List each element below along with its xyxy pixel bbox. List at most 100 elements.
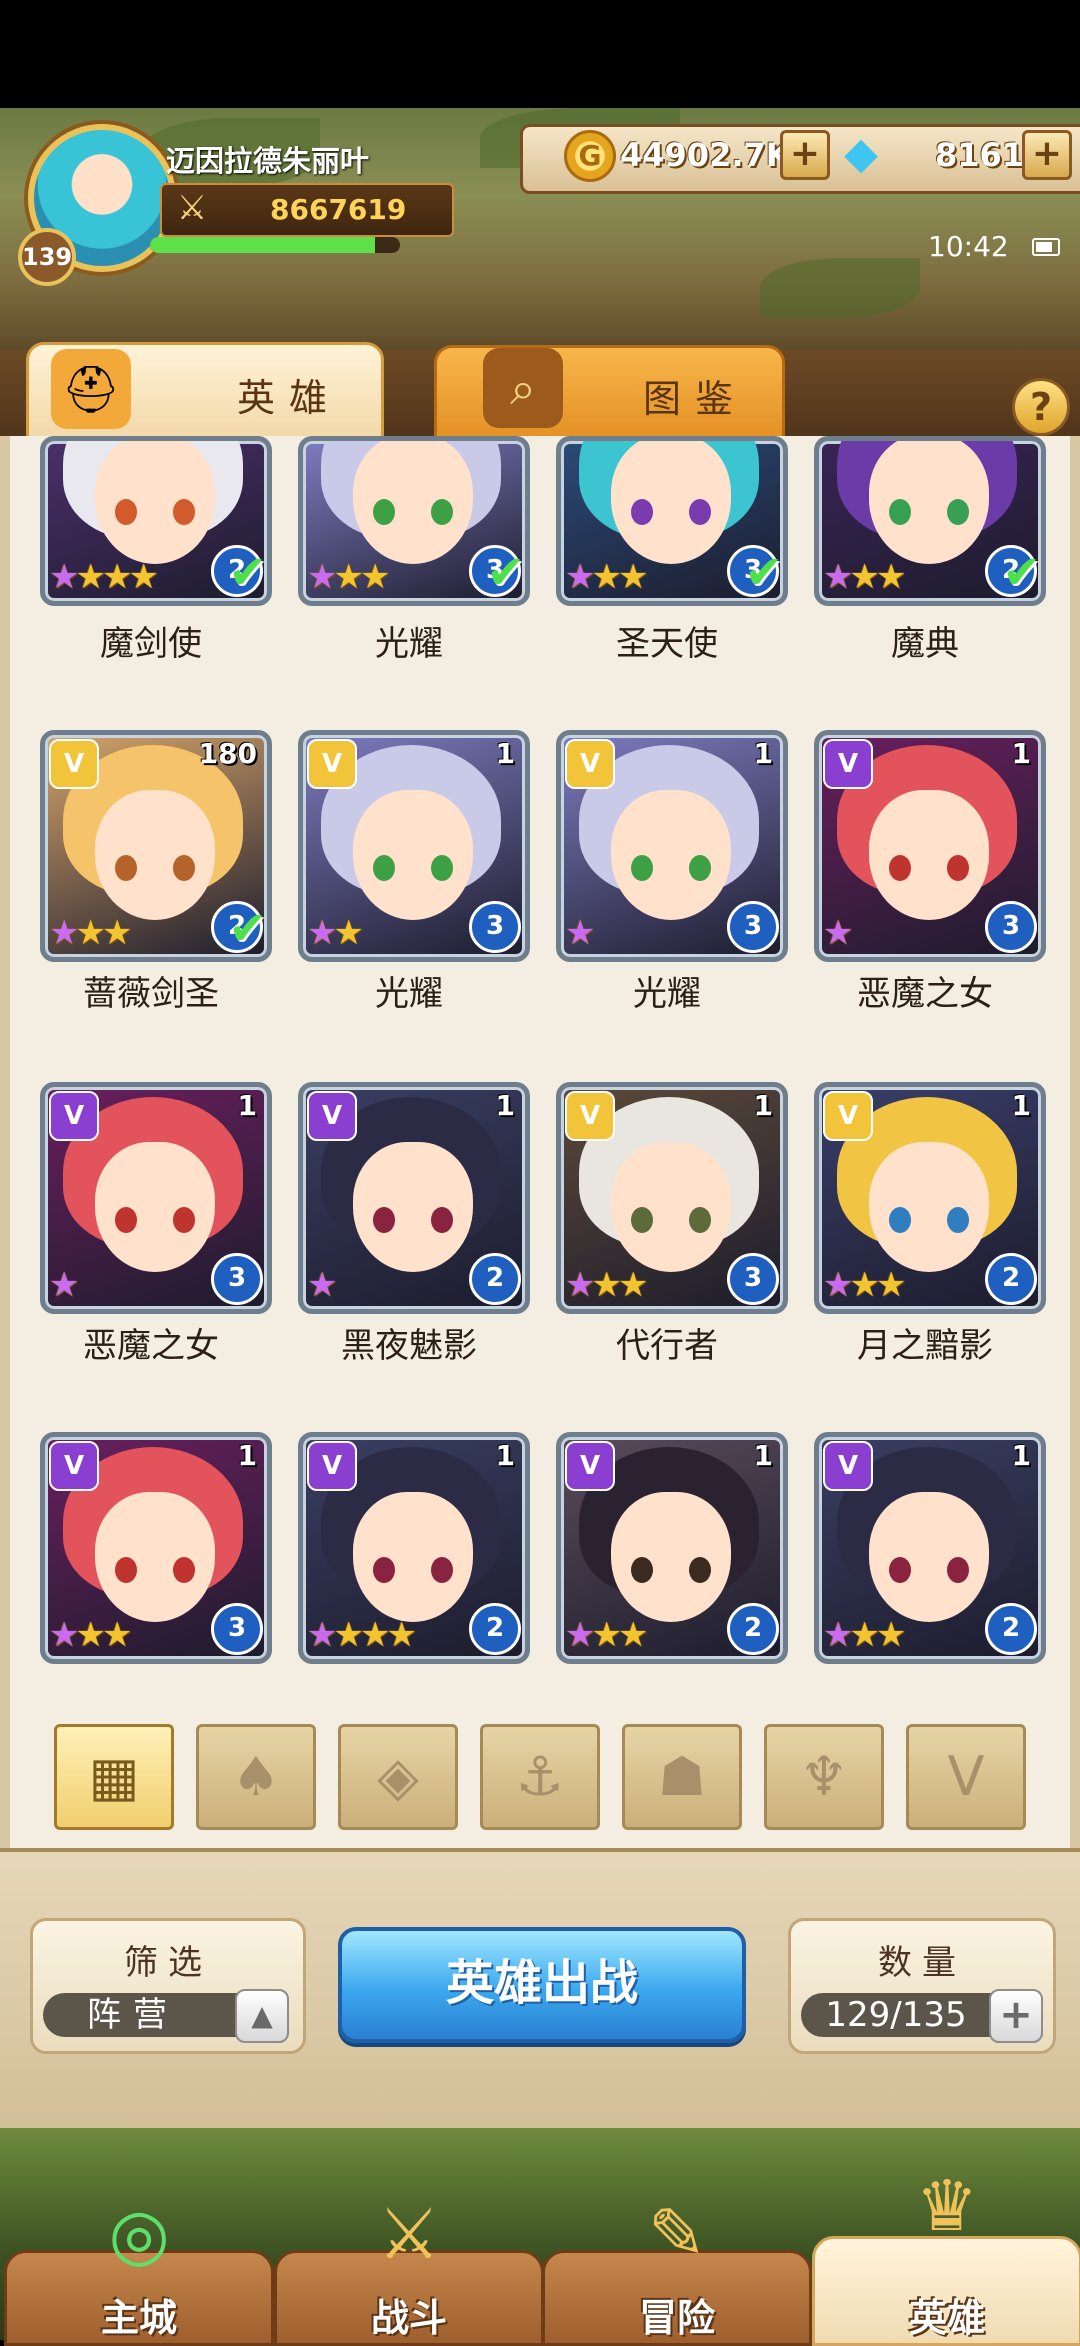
hero-eye bbox=[947, 499, 969, 525]
nav-swords[interactable]: ⚔ 战斗 bbox=[274, 2193, 544, 2346]
star-icon: ★ bbox=[49, 1265, 80, 1305]
hero-eye bbox=[373, 855, 395, 881]
hero-eye bbox=[889, 499, 911, 525]
star-rating: ★ bbox=[49, 1265, 80, 1305]
star-icon: ★ bbox=[333, 913, 364, 953]
city-icon: ◎ bbox=[108, 2193, 170, 2275]
beast-icon: ☗ bbox=[657, 1745, 707, 1808]
faction-filter-button[interactable]: ♆ bbox=[764, 1724, 884, 1830]
tab-codex[interactable]: ⌕ 图鉴 bbox=[434, 345, 785, 446]
expand-slots-button[interactable]: + bbox=[989, 1989, 1043, 2043]
star-icon: ★ bbox=[75, 913, 106, 953]
hero-card[interactable]: V 1 ★★★★ 2 bbox=[298, 1432, 530, 1664]
hero-card[interactable]: V 1 ★ 2 bbox=[298, 1082, 530, 1314]
filter-dropdown[interactable]: 阵营 ▲ bbox=[43, 1989, 289, 2043]
hero-card[interactable]: V 1 ★★★ 2 bbox=[556, 1432, 788, 1664]
hero-card[interactable]: V 1 ★ 3 bbox=[556, 730, 788, 962]
nav-helmet[interactable]: ♛ 英雄 bbox=[812, 2165, 1080, 2346]
hero-count-box: 数量 129/135 + bbox=[788, 1918, 1056, 2054]
battery-icon bbox=[1032, 238, 1060, 256]
star-rating: ★ bbox=[823, 913, 854, 953]
faction-filter-button[interactable]: ⚓ bbox=[480, 1724, 600, 1830]
hero-count-pill: 129/135 + bbox=[801, 1989, 1043, 2043]
dark-faction-icon: V bbox=[49, 1091, 99, 1141]
star-rating: ★★★★ bbox=[49, 557, 159, 597]
star-icon: ★ bbox=[849, 1615, 880, 1655]
leaf-decoration bbox=[760, 258, 920, 318]
hero-card[interactable]: ★★★ 3 ✔ bbox=[556, 436, 788, 606]
nav-city[interactable]: ◎ 主城 bbox=[4, 2193, 274, 2346]
hero-card[interactable]: ★★★ 3 ✔ bbox=[298, 436, 530, 606]
filter-title: 筛选 bbox=[124, 1943, 212, 1983]
hero-card[interactable]: V 1 ★★★ 2 bbox=[814, 1082, 1046, 1314]
hero-name: 蔷薇剑圣 bbox=[83, 974, 219, 1014]
hero-level-badge: 2 bbox=[727, 1603, 779, 1655]
hero-level-badge: 2 bbox=[985, 1603, 1037, 1655]
star-rating: ★ bbox=[307, 1265, 338, 1305]
light-faction-icon: V bbox=[565, 739, 615, 789]
hero-card[interactable]: V 1 ★★ 3 bbox=[298, 730, 530, 962]
hero-eye bbox=[631, 855, 653, 881]
star-icon: ★ bbox=[307, 913, 338, 953]
star-icon: ★ bbox=[591, 1615, 622, 1655]
gold-amount: 44902.7K bbox=[620, 136, 791, 174]
hero-eye bbox=[947, 1557, 969, 1583]
star-icon: ★ bbox=[333, 1615, 364, 1655]
caret-up-icon[interactable]: ▲ bbox=[235, 1989, 289, 2043]
faction-filter-button[interactable]: ☗ bbox=[622, 1724, 742, 1830]
exp-bar bbox=[150, 237, 400, 253]
star-rating: ★★★ bbox=[565, 1265, 649, 1305]
demon-icon: ♆ bbox=[799, 1745, 849, 1808]
hero-eye bbox=[373, 1557, 395, 1583]
player-name: 迈因拉德朱丽叶 bbox=[166, 144, 370, 178]
hero-card[interactable]: V 1 ★ 3 bbox=[40, 1082, 272, 1314]
hero-eye bbox=[889, 1207, 911, 1233]
star-icon: ★ bbox=[75, 557, 106, 597]
hero-card[interactable]: ★★★★ 2 ✔ bbox=[40, 436, 272, 606]
faction-filter-button[interactable]: ♠ bbox=[196, 1724, 316, 1830]
star-icon: ★ bbox=[101, 557, 133, 597]
hero-card[interactable]: V 180 ★★★ 2 ✔ bbox=[40, 730, 272, 962]
tab-heroes[interactable]: ⛑ 英雄 bbox=[26, 342, 384, 446]
add-gems-button[interactable]: + bbox=[1022, 130, 1072, 180]
faction-filter-button[interactable]: ◈ bbox=[338, 1724, 458, 1830]
faction-filter-button[interactable]: ▦ bbox=[54, 1724, 174, 1830]
star-icon: ★ bbox=[307, 557, 338, 597]
hero-level-badge: 3 bbox=[211, 1253, 263, 1305]
hero-eye bbox=[689, 1207, 711, 1233]
hero-card[interactable]: V 1 ★★★ 3 bbox=[40, 1432, 272, 1664]
hero-count: 1 bbox=[1011, 1089, 1031, 1122]
hero-level-badge: 2 bbox=[469, 1253, 521, 1305]
hero-eye bbox=[115, 855, 137, 881]
hero-name: 月之黯影 bbox=[857, 1326, 993, 1366]
checkmark-icon: ✔ bbox=[1002, 545, 1041, 599]
helmet-icon: ⛑ bbox=[51, 349, 131, 429]
nav-label: 战斗 bbox=[370, 2296, 447, 2340]
hero-count: 1 bbox=[1011, 737, 1031, 770]
faction-filter-button[interactable]: V bbox=[906, 1724, 1026, 1830]
leaf-icon: ♠ bbox=[231, 1745, 281, 1808]
hero-card[interactable]: ★★★ 2 ✔ bbox=[814, 436, 1046, 606]
hero-card[interactable]: V 1 ★★★ 2 bbox=[814, 1432, 1046, 1664]
dark-faction-icon: V bbox=[823, 739, 873, 789]
hero-count: 1 bbox=[237, 1439, 257, 1472]
dark-faction-icon: V bbox=[823, 1441, 873, 1491]
hero-card[interactable]: V 1 ★ 3 bbox=[814, 730, 1046, 962]
hero-count-title: 数量 bbox=[878, 1943, 966, 1983]
add-gold-button[interactable]: + bbox=[780, 130, 830, 180]
nav-label: 冒险 bbox=[638, 2296, 715, 2340]
dark-faction-icon: V bbox=[307, 1441, 357, 1491]
nav-scroll[interactable]: ✎ 冒险 bbox=[542, 2193, 812, 2346]
star-icon: ★ bbox=[307, 1265, 338, 1305]
hero-level-badge: 3 bbox=[211, 1603, 263, 1655]
light-faction-icon: V bbox=[49, 739, 99, 789]
star-rating: ★★★ bbox=[565, 1615, 649, 1655]
hero-name: 光耀 bbox=[375, 624, 443, 664]
star-rating: ★★★ bbox=[49, 913, 133, 953]
player-avatar[interactable]: 139 bbox=[8, 112, 178, 286]
hero-eye bbox=[115, 1557, 137, 1583]
help-icon[interactable]: ? bbox=[1012, 378, 1070, 436]
deploy-heroes-button[interactable]: 英雄出战 bbox=[338, 1927, 746, 2043]
star-icon: ★ bbox=[359, 1615, 391, 1655]
hero-card[interactable]: V 1 ★★★ 3 bbox=[556, 1082, 788, 1314]
